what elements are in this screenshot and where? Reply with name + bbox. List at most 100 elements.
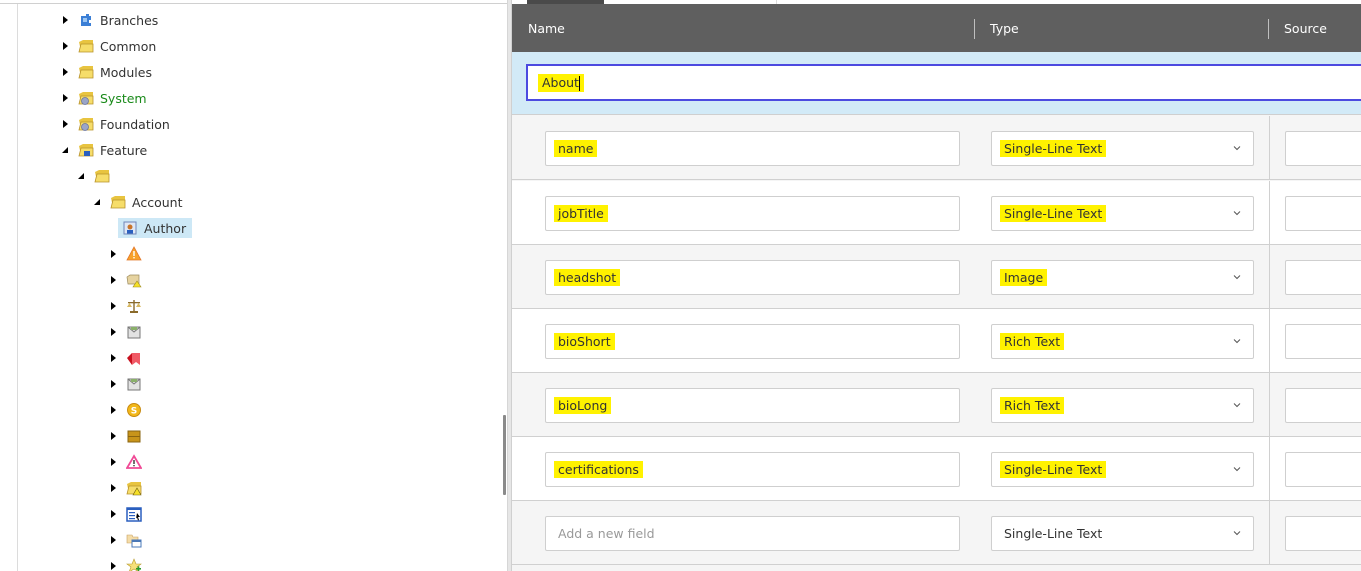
section-name-input[interactable]: About [526, 64, 1361, 101]
expand-toggle-icon[interactable] [58, 39, 72, 53]
field-type-select[interactable]: Single-Line Text [991, 196, 1254, 231]
field-name-input[interactable]: jobTitle [545, 196, 960, 231]
feature-folder-icon [78, 142, 94, 158]
content-tree: Branches Common Modules System Foundatio… [0, 0, 511, 571]
tree-node-item[interactable] [106, 504, 146, 524]
tree-node-item[interactable]: S [106, 400, 146, 420]
field-row: bioShort Rich Text [512, 309, 1361, 373]
field-name-value: name [554, 140, 598, 157]
expand-toggle-icon[interactable] [106, 325, 120, 339]
field-name-value: headshot [554, 269, 621, 286]
expand-toggle-icon[interactable] [106, 429, 120, 443]
folder-warning-icon [126, 480, 142, 496]
expand-toggle-icon[interactable] [106, 559, 120, 571]
expand-toggle-icon[interactable] [58, 91, 72, 105]
field-type-select[interactable]: Single-Line Text [991, 452, 1254, 487]
new-field-type-select[interactable]: Single-Line Text [991, 516, 1254, 551]
column-header-source[interactable]: Source [1284, 4, 1327, 52]
chevron-down-icon [1233, 467, 1241, 472]
field-source-input[interactable] [1285, 260, 1361, 295]
selection-highlight: Author [118, 218, 193, 238]
column-header-name[interactable]: Name [528, 4, 565, 52]
expand-toggle-icon[interactable] [106, 377, 120, 391]
tree-node-item[interactable] [106, 322, 146, 342]
expand-toggle-icon[interactable] [106, 455, 120, 469]
new-field-source-input[interactable] [1285, 516, 1361, 551]
chevron-down-icon [1233, 211, 1241, 216]
collapse-toggle-icon[interactable] [74, 169, 88, 183]
column-header-type[interactable]: Type [990, 4, 1019, 52]
collapse-toggle-icon[interactable] [58, 143, 72, 157]
expand-toggle-icon[interactable] [106, 351, 120, 365]
tree-node-common[interactable]: Common [58, 36, 158, 56]
tree-node-author[interactable]: Author [118, 218, 193, 238]
tree-node-item[interactable] [106, 452, 146, 472]
red-bookmark-icon [126, 350, 142, 366]
field-type-select[interactable]: Image [991, 260, 1254, 295]
field-name-input[interactable]: headshot [545, 260, 960, 295]
pink-warning-icon [125, 454, 143, 470]
column-divider [1269, 309, 1270, 373]
expand-toggle-icon[interactable] [106, 481, 120, 495]
field-name-input[interactable]: name [545, 131, 960, 166]
field-row: jobTitle Single-Line Text [512, 181, 1361, 245]
column-divider[interactable] [974, 19, 975, 39]
expand-toggle-icon[interactable] [106, 403, 120, 417]
tree-node-item[interactable] [106, 556, 146, 571]
tree-node-modules[interactable]: Modules [58, 62, 154, 82]
field-source-input[interactable] [1285, 452, 1361, 487]
field-name-input[interactable]: bioShort [545, 324, 960, 359]
tree-node-item[interactable] [106, 530, 146, 550]
tree-node-foundation[interactable]: Foundation [58, 114, 172, 134]
field-row: bioLong Rich Text [512, 373, 1361, 437]
field-type-select[interactable]: Rich Text [991, 388, 1254, 423]
folder-icon [94, 168, 110, 184]
tree-node-label: Foundation [100, 116, 170, 132]
tree-node-item[interactable] [106, 478, 146, 498]
tree-node-system[interactable]: System [58, 88, 149, 108]
envelope-icon [126, 376, 142, 392]
collapse-toggle-icon[interactable] [90, 195, 104, 209]
tree-node-item[interactable] [106, 296, 146, 316]
expand-toggle-icon[interactable] [106, 533, 120, 547]
field-row: headshot Image [512, 245, 1361, 309]
tree-node-item[interactable] [106, 244, 146, 264]
tree-node-item[interactable] [106, 374, 146, 394]
text-caret [578, 75, 580, 91]
expand-toggle-icon[interactable] [106, 273, 120, 287]
new-field-name-input[interactable]: Add a new field [545, 516, 960, 551]
column-divider [1269, 245, 1270, 309]
field-source-input[interactable] [1285, 196, 1361, 231]
scales-icon [126, 298, 142, 314]
field-source-input[interactable] [1285, 388, 1361, 423]
field-type-select[interactable]: Single-Line Text [991, 131, 1254, 166]
expand-toggle-icon[interactable] [106, 507, 120, 521]
expand-toggle-icon[interactable] [58, 117, 72, 131]
form-icon [126, 506, 142, 522]
field-type-select[interactable]: Rich Text [991, 324, 1254, 359]
tree-node-item[interactable] [106, 270, 146, 290]
section-name-value: About [542, 74, 579, 90]
tree-node-branches[interactable]: Branches [58, 10, 160, 30]
tree-scrollbar-thumb[interactable] [503, 415, 506, 495]
expand-toggle-icon[interactable] [106, 299, 120, 313]
expand-toggle-icon[interactable] [58, 65, 72, 79]
field-source-input[interactable] [1285, 324, 1361, 359]
folder-icon [78, 38, 94, 54]
tree-node-folder[interactable] [74, 166, 118, 186]
field-name-input[interactable]: bioLong [545, 388, 960, 423]
field-name-input[interactable]: certifications [545, 452, 960, 487]
tree-node-item[interactable] [106, 426, 146, 446]
column-divider[interactable] [1268, 19, 1269, 39]
tree-node-label: Branches [100, 12, 159, 28]
expand-toggle-icon[interactable] [106, 247, 120, 261]
tree-node-feature[interactable]: Feature [58, 140, 149, 160]
field-source-input[interactable] [1285, 131, 1361, 166]
tree-node-item[interactable] [106, 348, 146, 368]
field-type-value: Rich Text [1000, 397, 1065, 414]
folder-icon [110, 194, 126, 210]
tree-node-account[interactable]: Account [90, 192, 184, 212]
column-divider [1269, 181, 1270, 245]
field-row: certifications Single-Line Text [512, 437, 1361, 501]
expand-toggle-icon[interactable] [58, 13, 72, 27]
